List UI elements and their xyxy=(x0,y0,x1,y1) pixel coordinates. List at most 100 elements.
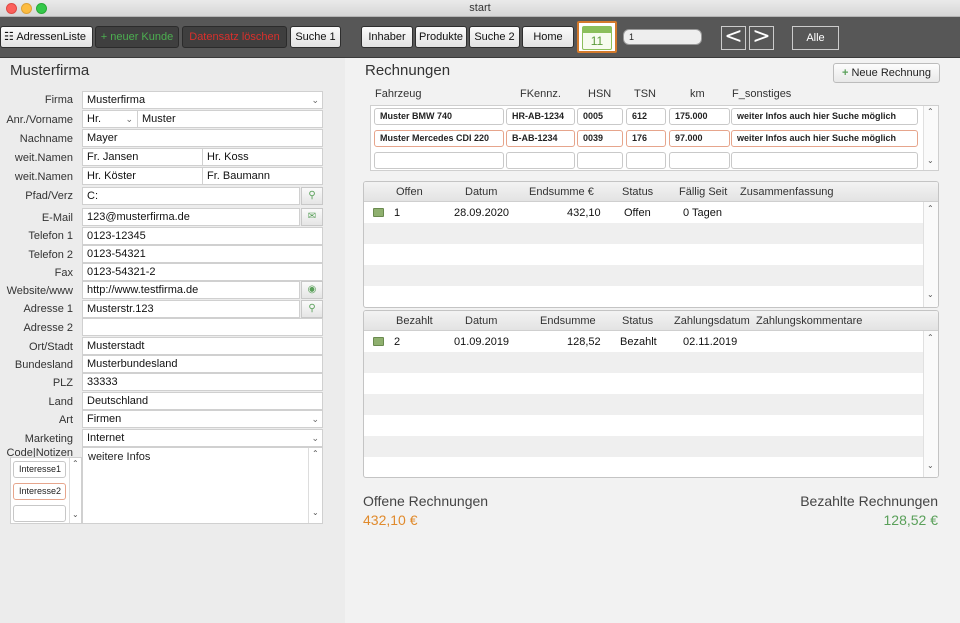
adressenliste-button[interactable]: ☷ AdressenListe xyxy=(0,26,93,48)
vehicle-name[interactable]: Muster BMW 740 xyxy=(374,108,504,125)
scroll-down-icon[interactable]: ⌄ xyxy=(72,510,79,519)
invoice-icon[interactable] xyxy=(373,337,384,346)
vehicle-sonstiges[interactable]: weiter Infos auch hier Suche möglich xyxy=(731,130,918,147)
scroll-down-icon[interactable]: ⌄ xyxy=(312,508,319,517)
firma-field[interactable]: Musterfirma ⌄ xyxy=(82,91,323,109)
produkte-button[interactable]: Produkte xyxy=(415,26,467,48)
home-button[interactable]: Home xyxy=(522,26,574,48)
vehicle-hsn[interactable]: 0039 xyxy=(577,130,623,147)
telefon2-field[interactable]: 0123-54321 xyxy=(82,245,323,263)
telefon1-field[interactable]: 0123-12345 xyxy=(82,227,323,245)
vehicle-kennzeichen[interactable] xyxy=(506,152,575,169)
weitere-name-1b[interactable]: Hr. Koss xyxy=(202,148,323,166)
invoice-icon[interactable] xyxy=(373,208,384,217)
table-row[interactable]: 2 01.09.2019 128,52 Bezahlt 02.11.2019 xyxy=(364,331,924,352)
vehicle-row[interactable]: Muster BMW 740 HR-AB-1234 0005 612 175.0… xyxy=(371,106,924,128)
notizen-scrollbar[interactable]: ⌃ ⌄ xyxy=(308,448,322,523)
vehicle-km[interactable]: 175.000 xyxy=(669,108,730,125)
suche1-button[interactable]: Suche 1 xyxy=(290,26,341,48)
vorname-field[interactable]: Muster xyxy=(137,110,323,128)
weitere-name-2b[interactable]: Fr. Baumann xyxy=(202,167,323,185)
marketing-select[interactable]: Internet ⌄ xyxy=(82,429,323,447)
close-window-button[interactable] xyxy=(6,3,17,14)
interessen-list[interactable]: Interesse1 Interesse2 ⌃ ⌄ xyxy=(10,457,82,524)
record-number-field[interactable]: 1 xyxy=(623,29,702,45)
table-row[interactable] xyxy=(364,244,924,265)
weitere-name-2a[interactable]: Hr. Köster xyxy=(82,167,203,185)
interesse1-tag[interactable]: Interesse1 xyxy=(13,461,66,478)
table-row[interactable] xyxy=(364,415,924,436)
interesse2-tag[interactable]: Interesse2 xyxy=(13,483,66,500)
vehicle-km[interactable] xyxy=(669,152,730,169)
table-row[interactable] xyxy=(364,223,924,244)
mail-icon[interactable]: ✉ xyxy=(301,208,323,226)
vehicle-hsn[interactable]: 0005 xyxy=(577,108,623,125)
email-field[interactable]: 123@musterfirma.de xyxy=(82,208,300,226)
vehicle-kennzeichen[interactable]: HR-AB-1234 xyxy=(506,108,575,125)
window-title: start xyxy=(469,2,491,14)
table-row[interactable] xyxy=(364,352,924,373)
notizen-textarea[interactable]: weitere Infos ⌃ ⌄ xyxy=(82,447,323,524)
scroll-up-icon[interactable]: ⌃ xyxy=(927,107,934,116)
table-row[interactable]: 1 28.09.2020 432,10 Offen 0 Tagen xyxy=(364,202,924,223)
pfad-field[interactable]: C: xyxy=(82,187,300,205)
ort-field[interactable]: Musterstadt xyxy=(82,337,323,355)
neuer-kunde-button[interactable]: + neuer Kunde xyxy=(95,26,179,48)
vehicle-name[interactable]: Muster Mercedes CDI 220 xyxy=(374,130,504,147)
bezahlte-rechnungen-table[interactable]: Bezahlt Datum Endsumme Status Zahlungsda… xyxy=(363,310,939,478)
land-field[interactable]: Deutschland xyxy=(82,392,323,410)
art-select[interactable]: Firmen ⌄ xyxy=(82,410,323,428)
table-row[interactable] xyxy=(364,265,924,286)
location-pin-icon[interactable]: ⚲ xyxy=(301,187,323,205)
previous-record-button[interactable]: < xyxy=(721,26,746,50)
vehicle-row-empty[interactable] xyxy=(371,150,924,172)
neue-rechnung-button[interactable]: + Neue Rechnung xyxy=(833,63,940,83)
anrede-select[interactable]: Hr. ⌄ xyxy=(82,110,138,128)
vehicle-tsn[interactable]: 176 xyxy=(626,130,666,147)
globe-icon[interactable]: ◉ xyxy=(301,281,323,299)
interesse-empty[interactable] xyxy=(13,505,66,522)
vehicles-scrollbar[interactable]: ⌃ ⌄ xyxy=(923,106,938,170)
zoom-window-button[interactable] xyxy=(36,3,47,14)
nachname-field[interactable]: Mayer xyxy=(82,129,323,147)
website-field[interactable]: http://www.testfirma.de xyxy=(82,281,300,299)
table-row[interactable] xyxy=(364,373,924,394)
vehicles-list[interactable]: Muster BMW 740 HR-AB-1234 0005 612 175.0… xyxy=(370,105,939,171)
adresse1-field[interactable]: Musterstr.123 xyxy=(82,300,300,318)
table-row[interactable] xyxy=(364,436,924,457)
weitere-name-1a[interactable]: Fr. Jansen xyxy=(82,148,203,166)
fax-field[interactable]: 0123-54321-2 xyxy=(82,263,323,281)
scroll-up-icon[interactable]: ⌃ xyxy=(927,204,934,213)
interessen-scrollbar[interactable]: ⌃ ⌄ xyxy=(69,458,81,523)
vehicle-sonstiges[interactable]: weiter Infos auch hier Suche möglich xyxy=(731,108,918,125)
scroll-up-icon[interactable]: ⌃ xyxy=(312,449,319,458)
vehicle-sonstiges[interactable] xyxy=(731,152,918,169)
vehicle-kennzeichen[interactable]: B-AB-1234 xyxy=(506,130,575,147)
vehicle-hsn[interactable] xyxy=(577,152,623,169)
location-pin-icon[interactable]: ⚲ xyxy=(301,300,323,318)
bundesland-field[interactable]: Musterbundesland xyxy=(82,355,323,373)
vehicle-km[interactable]: 97.000 xyxy=(669,130,730,147)
scroll-down-icon[interactable]: ⌄ xyxy=(927,156,934,165)
vehicle-tsn[interactable]: 612 xyxy=(626,108,666,125)
alle-button[interactable]: Alle xyxy=(792,26,839,50)
adresse2-field[interactable] xyxy=(82,318,323,336)
offene-rechnungen-table[interactable]: Offen Datum Endsumme € Status Fällig Sei… xyxy=(363,181,939,308)
offene-scrollbar[interactable]: ⌃ ⌄ xyxy=(923,202,938,307)
bezahlte-scrollbar[interactable]: ⌃ ⌄ xyxy=(923,331,938,477)
inhaber-button[interactable]: Inhaber xyxy=(361,26,413,48)
table-row[interactable] xyxy=(364,394,924,415)
vehicle-row[interactable]: Muster Mercedes CDI 220 B-AB-1234 0039 1… xyxy=(371,128,924,150)
scroll-down-icon[interactable]: ⌄ xyxy=(927,461,934,470)
plz-field[interactable]: 33333 xyxy=(82,373,323,391)
vehicle-tsn[interactable] xyxy=(626,152,666,169)
calendar-button[interactable]: 11 xyxy=(577,21,617,53)
scroll-up-icon[interactable]: ⌃ xyxy=(72,459,79,468)
scroll-up-icon[interactable]: ⌃ xyxy=(927,333,934,342)
suche2-button[interactable]: Suche 2 xyxy=(469,26,520,48)
minimize-window-button[interactable] xyxy=(21,3,32,14)
vehicle-name[interactable] xyxy=(374,152,504,169)
datensatz-loeschen-button[interactable]: Datensatz löschen xyxy=(182,26,287,48)
next-record-button[interactable]: > xyxy=(749,26,774,50)
scroll-down-icon[interactable]: ⌄ xyxy=(927,290,934,299)
